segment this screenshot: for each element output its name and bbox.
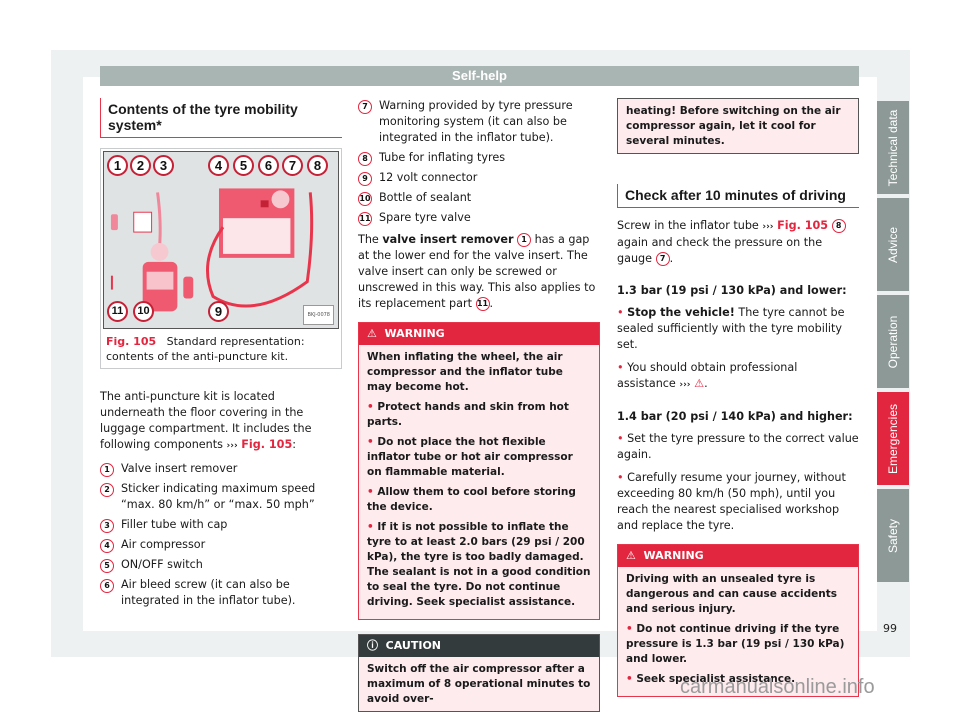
figure-105: 1 2 3 4 5 6 7 8 9 10 11 BKJ-0078 Fig. 10… — [100, 148, 342, 369]
low-pressure-heading: 1.3 bar (19 psi / 130 kPa) and lower: — [617, 284, 847, 297]
caution-box: ⓘ CAUTION Switch off the air compressor … — [358, 634, 600, 712]
caution-header: ⓘ CAUTION — [359, 635, 599, 657]
watermark: carmanualsonline.info — [680, 676, 875, 698]
chapter-header: Self-help — [100, 66, 859, 86]
column-3: heating! Before switching on the air com… — [617, 98, 859, 711]
number-badge: 11 — [358, 212, 372, 226]
bullet-item: • Set the tyre pressure to the correct v… — [617, 432, 859, 461]
callout-5: 5 — [233, 155, 254, 176]
callout-2: 2 — [130, 155, 151, 176]
caution-body: Switch off the air compressor after a ma… — [367, 663, 591, 705]
number-badge: 2 — [100, 483, 114, 497]
callout-3: 3 — [153, 155, 174, 176]
list-item: 11 Spare tyre valve — [358, 211, 471, 226]
tab-safety[interactable]: Safety — [877, 489, 909, 582]
high-pressure-heading: 1.4 bar (20 psi / 140 kPa) and higher: — [617, 410, 853, 423]
arrows-icon: ››› — [226, 441, 238, 451]
figure-link[interactable]: Fig. 105 — [241, 438, 292, 451]
warning-triangle-icon: ⚠ — [626, 549, 636, 562]
number-badge: 9 — [358, 172, 372, 186]
list-item: 10 Bottle of sealant — [358, 191, 472, 206]
callout-8: 8 — [307, 155, 328, 176]
column-2: 7 Warning provided by tyre pressure monit… — [358, 98, 600, 712]
number-badge: 7 — [358, 100, 372, 114]
number-badge: 8 — [358, 152, 372, 166]
warning-header: ⚠ WARNING — [359, 323, 599, 345]
number-badge: 11 — [475, 297, 490, 311]
list-item: 1 Valve insert remover — [100, 461, 342, 477]
image-code: BKJ-0078 — [303, 305, 334, 325]
tab-advice[interactable]: Advice — [877, 198, 909, 291]
list-item: 2 Sticker indicating maximum speed “max. … — [100, 481, 342, 513]
cap-shape — [150, 242, 169, 261]
gauge-shape — [271, 190, 290, 209]
warning-bullet: • Do not place the hot flexible inflator… — [367, 436, 573, 478]
figure-link[interactable]: Fig. 105 — [777, 219, 828, 232]
callout-6: 6 — [258, 155, 279, 176]
list-item: 3 Filler tube with cap — [100, 517, 342, 533]
warning-header: ⚠ WARNING — [618, 545, 858, 567]
check-paragraph: Screw in the inflator tube ››› Fig. 105 … — [617, 218, 859, 267]
tab-technical-data[interactable]: Technical data — [877, 101, 909, 194]
bullet-item: • You should obtain professional assista… — [617, 361, 798, 390]
warning-bullet: • If it is not possible to inflate the t… — [367, 521, 591, 608]
number-badge: 7 — [655, 252, 670, 266]
caution-box-continued: heating! Before switching on the air com… — [617, 98, 859, 154]
number-badge: 6 — [100, 579, 114, 593]
list-item: 5 ON/OFF switch — [100, 557, 342, 573]
number-badge: 4 — [100, 539, 114, 553]
callout-1: 1 — [107, 155, 128, 176]
callout-4: 4 — [208, 155, 229, 176]
number-badge: 1 — [517, 233, 532, 247]
arrows-icon: ››› — [679, 380, 691, 390]
tab-operation[interactable]: Operation — [877, 295, 909, 388]
switch-shape — [260, 200, 269, 208]
figure-illustration: 1 2 3 4 5 6 7 8 9 10 11 BKJ-0078 — [103, 151, 339, 329]
page-number: 99 — [883, 622, 897, 635]
warning-box: ⚠ WARNING Driving with an unsealed tyre … — [617, 544, 859, 697]
caution-exclamation-icon: ⓘ — [367, 639, 378, 652]
valve-remover-shape — [110, 214, 118, 231]
warning-box: ⚠ WARNING When inflating the wheel, the … — [358, 322, 600, 620]
warning-body: When inflating the wheel, the air compre… — [367, 351, 591, 608]
callout-7: 7 — [282, 155, 303, 176]
intro-paragraph: The anti-puncture kit is located underne… — [100, 390, 312, 451]
callout-9: 9 — [208, 301, 229, 322]
warning-bullet: • Protect hands and skin from hot parts. — [367, 401, 569, 428]
bullet-item: • Stop the vehicle! The tyre cannot be s… — [617, 306, 845, 351]
warning-bullet: • Allow them to cool before storing the … — [367, 486, 576, 513]
list-item: 4 Air compressor — [100, 537, 342, 553]
list-item: 7 Warning provided by tyre pressure monit… — [358, 98, 600, 146]
warning-bullet: • Do not continue driving if the tyre pr… — [626, 623, 845, 665]
filler-tube-shape — [156, 192, 162, 248]
callout-10: 10 — [133, 301, 154, 322]
arrows-icon: ››› — [762, 222, 774, 232]
sticker-shape — [133, 211, 153, 233]
figure-caption: Fig. 105 Standard representation: conten… — [101, 331, 341, 368]
number-badge: 1 — [100, 463, 114, 477]
callout-11: 11 — [107, 301, 128, 322]
tab-emergencies[interactable]: Emergencies — [877, 392, 909, 485]
number-badge: 8 — [831, 219, 846, 233]
list-item: 8 Tube for inflating tyres — [358, 150, 600, 166]
figure-ref: Fig. 105 — [106, 335, 157, 348]
number-badge: 10 — [358, 192, 372, 206]
section-title: Check after 10 minutes of driving — [617, 184, 859, 208]
valve-remover-paragraph: The valve insert remover 1 has a gap at … — [358, 233, 596, 311]
warning-triangle-icon[interactable]: ⚠ — [694, 377, 704, 390]
list-item: 9 12 volt connector — [358, 170, 600, 186]
component-list-continued: 7 Warning provided by tyre pressure monit… — [358, 98, 600, 226]
column-1: Contents of the tyre mobility system* 1 … — [100, 98, 342, 613]
section-title: Contents of the tyre mobility system* — [100, 98, 342, 138]
connector-shape — [183, 276, 194, 299]
component-list: 1 Valve insert remover 2 Sticker indicatin… — [100, 461, 342, 609]
warning-triangle-icon: ⚠ — [367, 327, 377, 340]
number-badge: 3 — [100, 519, 114, 533]
bullet-item: • Carefully resume your journey, without… — [617, 471, 846, 532]
list-item: 6 Air bleed screw (it can also be integra… — [100, 577, 342, 609]
number-badge: 5 — [100, 559, 114, 573]
